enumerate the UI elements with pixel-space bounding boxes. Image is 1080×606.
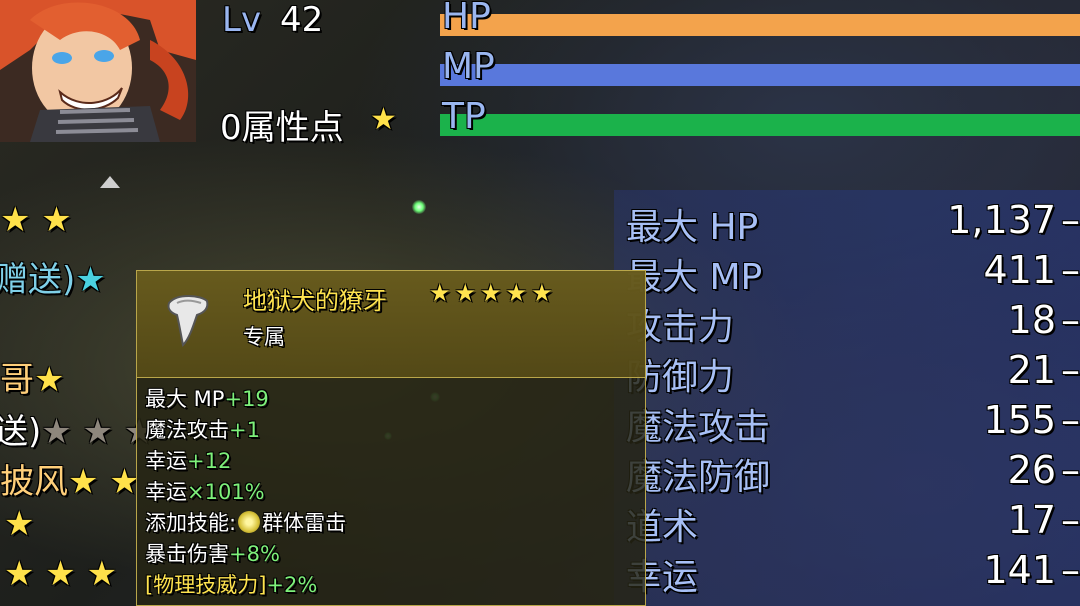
item-name: 送)	[0, 412, 42, 452]
tooltip-bonus-line: [物理技威力]+2%	[145, 569, 317, 599]
tooltip-title: 地狱犬的獠牙	[243, 287, 387, 315]
portrait-art	[0, 0, 196, 142]
rarity-stars: ★	[4, 504, 35, 544]
item-name: 哥	[0, 360, 34, 400]
bonus-value: +2%	[266, 573, 318, 597]
bonus-value: +8%	[229, 542, 280, 566]
hp-bar	[440, 14, 1080, 36]
stat-dash: –	[1061, 298, 1080, 342]
level-value: 42	[280, 0, 324, 40]
stat-dash: –	[1061, 448, 1080, 492]
stat-dash: –	[1061, 248, 1080, 292]
stat-value: 141	[983, 548, 1056, 592]
tp-bar-fill	[440, 114, 1080, 136]
stat-dash: –	[1061, 498, 1080, 542]
bonus-label: [物理技威力]	[145, 573, 267, 597]
hp-label: HP	[442, 0, 491, 37]
tp-label: TP	[442, 96, 486, 137]
skill-name: 群体雷击	[262, 511, 347, 535]
stat-label: 最大 MP	[626, 257, 763, 298]
character-portrait	[0, 0, 196, 142]
stat-label: 魔法防御	[626, 457, 771, 498]
attribute-star-icon[interactable]: ★	[370, 102, 397, 137]
tooltip-header: 地狱犬的獠牙 ★★★★★ 专属	[137, 271, 645, 378]
scroll-up-arrow-icon[interactable]	[100, 176, 120, 188]
stat-row-defense: 防御力 21 –	[626, 348, 1080, 398]
stat-value: 155	[983, 398, 1056, 442]
stat-label: 魔法攻击	[626, 407, 771, 448]
bonus-label: 魔法攻击	[145, 418, 229, 442]
mp-bar	[440, 64, 1080, 86]
item-tooltip: 地狱犬的獠牙 ★★★★★ 专属 最大 MP+19 魔法攻击+1 幸运+12 幸运…	[136, 270, 646, 606]
stat-dash: –	[1061, 398, 1080, 442]
stat-value: 21	[1007, 348, 1056, 392]
bonus-value: +19	[224, 387, 269, 411]
bonus-label: 最大 MP	[145, 387, 225, 411]
tooltip-bonus-line: 最大 MP+19	[145, 383, 269, 413]
fang-icon	[167, 295, 209, 348]
item-name: 赠送)	[0, 260, 76, 300]
bonus-label: 幸运	[145, 480, 187, 504]
bonus-value: +12	[187, 449, 232, 473]
stat-value: 17	[1007, 498, 1056, 542]
item-name: 披风	[0, 462, 68, 502]
bonus-label: 添加技能:	[145, 511, 237, 535]
stat-value: 1,137	[947, 198, 1056, 242]
hp-bar-fill	[440, 14, 1080, 36]
stat-row-max-hp: 最大 HP 1,137 –	[626, 198, 1080, 248]
tooltip-bonus-line: 幸运×101%	[145, 476, 265, 506]
stat-row-attack: 攻击力 18 –	[626, 298, 1080, 348]
stat-value: 18	[1007, 298, 1056, 342]
equipment-list-item[interactable]: ★	[4, 504, 34, 544]
thunder-skill-icon	[238, 511, 261, 533]
bonus-value: +1	[229, 418, 260, 442]
equipment-list-item[interactable]: 披风★ ★	[0, 454, 140, 503]
stat-dash: –	[1061, 548, 1080, 592]
stat-value: 411	[983, 248, 1056, 292]
mp-label: MP	[442, 46, 495, 87]
stat-label: 最大 HP	[626, 207, 759, 248]
equipment-list-item[interactable]: 赠送)★	[0, 252, 106, 301]
stat-row-magic-defense: 魔法防御 26 –	[626, 448, 1080, 498]
rarity-stars: ★	[75, 260, 106, 300]
attribute-points: 0属性点	[220, 108, 344, 148]
stat-dash: –	[1061, 198, 1080, 242]
tooltip-rarity-stars: ★★★★★	[429, 279, 557, 307]
rarity-stars: ★	[34, 360, 65, 400]
bonus-label: 幸运	[145, 449, 187, 473]
tooltip-bonus-line: 暴击伤害+8%	[145, 538, 280, 568]
equipment-list-item[interactable]: 送)★ ★ ★	[0, 404, 154, 453]
level-label: Lv	[222, 0, 262, 40]
mp-bar-fill	[440, 64, 1080, 86]
equipment-list-item[interactable]: ★ ★	[0, 200, 72, 240]
equipment-list-item[interactable]: 哥★	[0, 352, 64, 401]
bonus-value: ×101%	[187, 480, 265, 504]
tooltip-bonus-line: 幸运+12	[145, 445, 231, 475]
stat-row-max-mp: 最大 MP 411 –	[626, 248, 1080, 298]
sparkle-glow	[412, 200, 426, 214]
tooltip-subtitle: 专属	[243, 325, 285, 349]
stat-dash: –	[1061, 348, 1080, 392]
tooltip-skill-line: 添加技能: 群体雷击	[145, 507, 346, 537]
stat-value: 26	[1007, 448, 1056, 492]
rarity-stars: ★ ★ ★	[4, 554, 118, 594]
tp-bar	[440, 114, 1080, 136]
tooltip-bonus-line: 魔法攻击+1	[145, 414, 260, 444]
stat-row-taoism: 道术 17 –	[626, 498, 1080, 548]
rarity-stars: ★ ★	[0, 200, 72, 240]
equipment-list-item[interactable]: ★ ★ ★	[4, 554, 117, 594]
stat-row-luck: 幸运 141 –	[626, 548, 1080, 598]
rarity-stars: ★ ★	[68, 462, 140, 502]
bonus-label: 暴击伤害	[145, 542, 229, 566]
stat-row-magic-attack: 魔法攻击 155 –	[626, 398, 1080, 448]
